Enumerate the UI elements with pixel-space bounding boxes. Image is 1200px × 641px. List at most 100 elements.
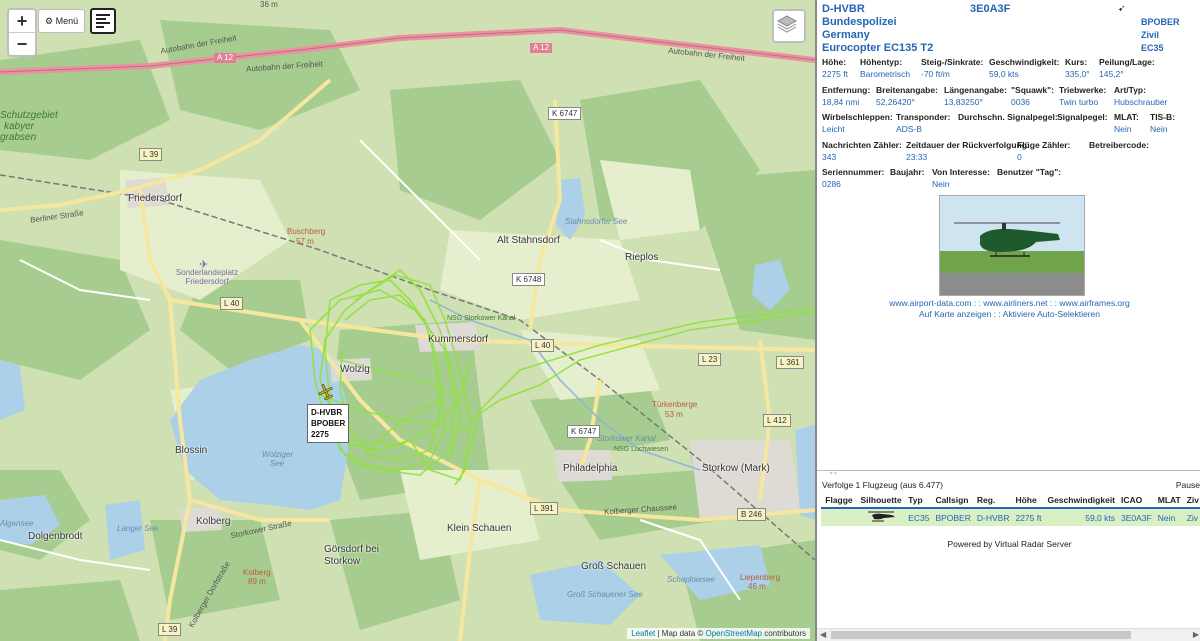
detail-value: 18,84 nmi bbox=[822, 97, 860, 107]
detail-value: Nein bbox=[1114, 124, 1132, 134]
detail-field: Längenangabe: 13,83250° bbox=[944, 85, 1007, 107]
detail-value: 0286 bbox=[822, 179, 841, 189]
lake-schaplowsee: Schaplowsee bbox=[667, 575, 715, 584]
aircraft-map-label-altitude: 2275 bbox=[311, 430, 329, 439]
detail-key: Geschwindigkeit: bbox=[989, 57, 1060, 67]
detail-key: Flüge Zähler: bbox=[1017, 140, 1071, 150]
road-k6748: K 6748 bbox=[512, 273, 546, 286]
hill-liepenberg-height: 46 m bbox=[748, 582, 766, 591]
col-silhouette[interactable]: Silhouette bbox=[857, 492, 905, 508]
reserve-nsg-luchwiesen: NSG Luchwiesen bbox=[614, 446, 669, 453]
col-civil[interactable]: Ziv bbox=[1184, 492, 1200, 508]
scroll-left-icon[interactable]: ◀ bbox=[820, 629, 826, 641]
menu-button-label: Menü bbox=[55, 16, 79, 26]
detail-key: Steig-/Sinkrate: bbox=[921, 57, 984, 67]
cell-type: EC35 bbox=[905, 507, 933, 526]
road-b246: B 246 bbox=[737, 508, 766, 521]
detail-key: Längenangabe: bbox=[944, 85, 1007, 95]
list-toggle-button[interactable] bbox=[90, 8, 116, 34]
reserve-schutzgebiet: Schutzgebiet bbox=[0, 110, 58, 121]
aircraft-civil: Zivil bbox=[1141, 30, 1160, 40]
col-altitude[interactable]: Höhe bbox=[1012, 492, 1044, 508]
osm-link[interactable]: OpenStreetMap bbox=[705, 629, 761, 638]
hill-turkenberge: Türkenberge bbox=[652, 400, 698, 409]
hill-kolberg-height: 89 m bbox=[248, 577, 266, 586]
lake-wolziger-see: Wolziger See bbox=[262, 450, 294, 468]
detail-field: Betreibercode: bbox=[1089, 140, 1149, 152]
detail-value: Leicht bbox=[822, 124, 845, 134]
aircraft-callsign: BPOBER bbox=[1141, 17, 1180, 27]
zoom-in-button[interactable]: + bbox=[9, 10, 35, 33]
detail-key: TIS-B: bbox=[1150, 112, 1176, 122]
detail-key: Breitenangabe: bbox=[876, 85, 938, 95]
place-rieplos: Rieplos bbox=[625, 252, 659, 263]
place-gross-schauen: Groß Schauen bbox=[581, 561, 647, 572]
external-links[interactable]: www.airport-data.com : : www.airliners.n… bbox=[817, 298, 1200, 308]
map-actions[interactable]: Auf Karte anzeigen : : Aktiviere Auto-Se… bbox=[817, 309, 1200, 319]
detail-field: Wirbelschleppen: Leicht bbox=[822, 112, 893, 134]
reserve-kabyer: kabyer bbox=[4, 121, 35, 132]
place-klein-schauen: Klein Schauen bbox=[447, 523, 512, 534]
detail-key: Von Interesse: bbox=[932, 167, 990, 177]
map-view[interactable]: Friedersdorf Alt Stahnsdorf Rieplos Kumm… bbox=[0, 0, 815, 641]
col-speed[interactable]: Geschwindigkeit bbox=[1044, 492, 1118, 508]
col-reg[interactable]: Reg. bbox=[974, 492, 1013, 508]
cell-reg: D-HVBR bbox=[973, 507, 1013, 526]
place-kummersdorf: Kummersdorf bbox=[428, 334, 489, 345]
detail-key: MLAT: bbox=[1114, 112, 1139, 122]
place-friedersdorf: Friedersdorf bbox=[128, 193, 182, 204]
detail-field: Nachrichten Zähler: 343 bbox=[822, 140, 902, 162]
detail-key: Triebwerke: bbox=[1059, 85, 1107, 95]
resize-handle-icon[interactable]: ⁺⁺ bbox=[829, 470, 837, 479]
hill-36m: 36 m bbox=[260, 0, 278, 9]
detail-key: Höhe: bbox=[822, 57, 847, 67]
detail-value: 0036 bbox=[1011, 97, 1030, 107]
detail-key: Betreibercode: bbox=[1089, 140, 1149, 150]
lake-algensee: Algensee bbox=[0, 519, 34, 528]
detail-key: "Squawk": bbox=[1011, 85, 1055, 95]
powered-by: Powered by Virtual Radar Server bbox=[947, 539, 1072, 549]
detail-field: Kurs: 335,0° bbox=[1065, 57, 1090, 79]
helicopter-silhouette-icon bbox=[868, 511, 896, 522]
col-icao[interactable]: ICAO bbox=[1118, 492, 1155, 508]
detail-value: 52,26420° bbox=[876, 97, 915, 107]
gear-icon: ⚙ bbox=[45, 16, 54, 26]
detail-value: Nein bbox=[932, 179, 950, 189]
detail-value: -70 ft/m bbox=[921, 69, 950, 79]
detail-key: Transponder: bbox=[896, 112, 951, 122]
pause-button[interactable]: Pause bbox=[1176, 480, 1200, 490]
zoom-out-button[interactable]: − bbox=[9, 33, 35, 55]
detail-key: Durchschn. Signalpegel: bbox=[958, 112, 1058, 122]
detail-key: Entfernung: bbox=[822, 85, 871, 95]
detail-value: 59,0 kts bbox=[989, 69, 1019, 79]
col-type[interactable]: Typ bbox=[905, 492, 932, 508]
detail-value: 2275 ft bbox=[822, 69, 848, 79]
hill-buschberg: Buschberg bbox=[287, 227, 326, 236]
scroll-right-icon[interactable]: ▶ bbox=[1193, 629, 1199, 641]
panel-divider[interactable] bbox=[817, 470, 1200, 471]
menu-button[interactable]: ⚙ Menü bbox=[38, 9, 86, 33]
hill-turkenberge-height: 53 m bbox=[665, 410, 683, 419]
hill-buschberg-height: 57 m bbox=[296, 237, 314, 246]
attribution-tail: contributors bbox=[761, 629, 806, 638]
detail-value: Twin turbo bbox=[1059, 97, 1099, 107]
layers-button[interactable] bbox=[772, 9, 806, 43]
detail-field: TIS-B: Nein bbox=[1150, 112, 1175, 134]
road-a12-west: A 12 bbox=[214, 53, 237, 63]
place-wolzig: Wolzig bbox=[340, 364, 370, 375]
leaflet-link[interactable]: Leaflet bbox=[631, 629, 655, 638]
aircraft-photo[interactable] bbox=[939, 195, 1085, 296]
aircraft-map-label[interactable]: D-HVBR BPOBER 2275 bbox=[307, 404, 350, 443]
horizontal-scrollbar[interactable]: ◀ ▶ bbox=[817, 628, 1200, 641]
col-flag[interactable]: Flagge bbox=[821, 492, 857, 508]
col-mlat[interactable]: MLAT bbox=[1155, 492, 1184, 508]
detail-key: Peilung/Lage: bbox=[1099, 57, 1155, 67]
aircraft-marker-icon[interactable] bbox=[317, 383, 335, 401]
airport-icon: ✈ bbox=[199, 259, 209, 271]
col-callsign[interactable]: Callsign bbox=[932, 492, 973, 508]
scrollbar-thumb[interactable] bbox=[831, 631, 1131, 639]
table-row[interactable]: EC35 BPOBER D-HVBR 2275 ft 59,0 kts 3E0A… bbox=[821, 507, 1200, 526]
road-k6747-south: K 6747 bbox=[567, 425, 601, 438]
place-storkow: Storkow (Mark) bbox=[702, 463, 770, 474]
place-dolgenbrodt: Dolgenbrodt bbox=[28, 531, 83, 542]
